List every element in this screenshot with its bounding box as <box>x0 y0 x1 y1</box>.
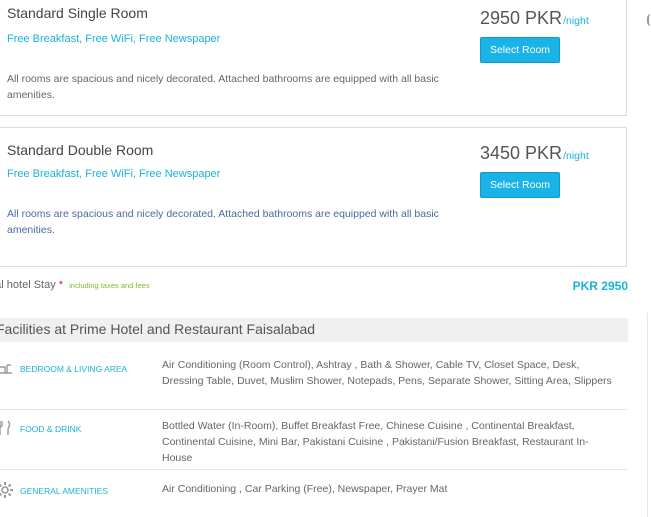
divider <box>0 469 628 470</box>
facilities-header: Facilities at Prime Hotel and Restaurant… <box>0 318 628 342</box>
side-panel-border <box>647 313 648 517</box>
room-description: All rooms are spacious and nicely decora… <box>7 73 439 101</box>
price-amount: 2950 PKR <box>480 8 563 28</box>
price-unit: /night <box>563 150 589 162</box>
facility-group-items: Air Conditioning (Room Control), Ashtray… <box>162 359 612 387</box>
facilities-title: Facilities at Prime Hotel and Restaurant… <box>0 321 316 337</box>
facility-group-food: FOOD & DRINK Bottled Water (In-Room), Bu… <box>0 416 628 472</box>
room-description: All rooms are spacious and nicely decora… <box>7 208 439 236</box>
total-label-text: otal hotel Stay <box>0 279 56 291</box>
facility-group-name: FOOD & DRINK <box>20 424 82 434</box>
room-name: Standard Single Room <box>7 5 148 21</box>
select-room-button[interactable]: Select Room <box>480 172 560 198</box>
room-card-double: Standard Double Room Free Breakfast, Fre… <box>0 127 627 267</box>
facility-group-name: GENERAL AMENITIES <box>20 486 109 496</box>
price-unit: /night <box>563 15 589 27</box>
utensils-icon <box>0 419 14 437</box>
facility-group-general: GENERAL AMENITIES Air Conditioning , Car… <box>0 479 628 509</box>
total-stay-row: otal hotel Stay * including taxes and fe… <box>0 279 628 295</box>
sofa-icon <box>0 359 14 377</box>
room-amenities: Free Breakfast, Free WiFi, Free Newspape… <box>7 33 221 45</box>
required-star: * <box>58 279 64 291</box>
room-card-single: Standard Single Room Free Breakfast, Fre… <box>0 0 627 116</box>
gear-icon <box>0 481 14 499</box>
price-amount: 3450 PKR <box>480 143 563 163</box>
room-price: 2950 PKR/night <box>480 8 589 29</box>
taxes-note: including taxes and fees <box>69 281 150 290</box>
facility-group-items: Bottled Water (In-Room), Buffet Breakfas… <box>162 420 589 464</box>
total-amount: PKR 2950 <box>572 279 628 293</box>
divider <box>0 409 628 410</box>
total-stay-label: otal hotel Stay * including taxes and fe… <box>0 279 150 291</box>
select-room-button[interactable]: Select Room <box>480 37 560 63</box>
facility-group-name: BEDROOM & LIVING AREA <box>20 364 128 374</box>
facility-group-bedroom: BEDROOM & LIVING AREA Air Conditioning (… <box>0 355 628 411</box>
room-price: 3450 PKR/night <box>480 143 589 164</box>
room-name: Standard Double Room <box>7 142 154 158</box>
facility-group-items: Air Conditioning , Car Parking (Free), N… <box>162 483 448 495</box>
side-panel-edge <box>647 14 651 26</box>
room-amenities: Free Breakfast, Free WiFi, Free Newspape… <box>7 168 221 180</box>
